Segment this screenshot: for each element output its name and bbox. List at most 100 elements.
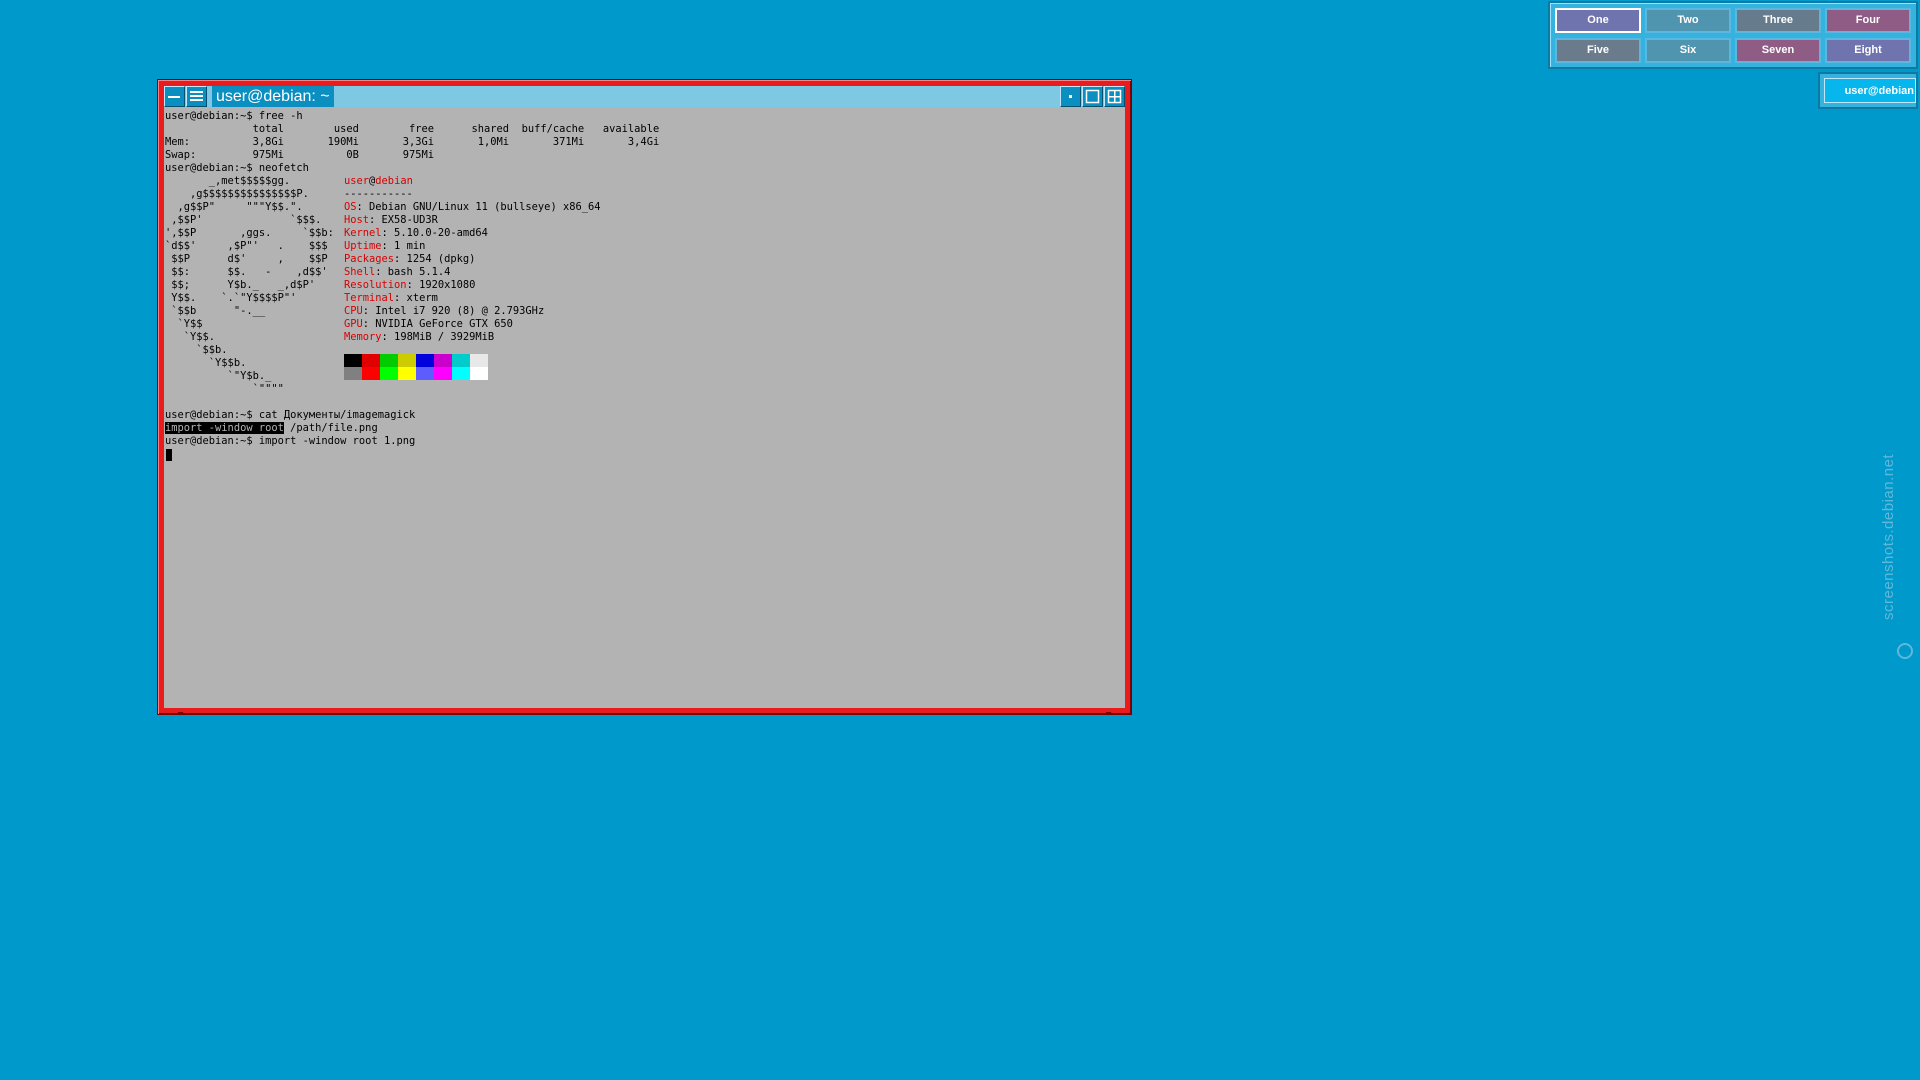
logo-line: ,g$$P" """Y$$.". (165, 201, 303, 213)
info-row-host: Host: EX58-UD3R (344, 214, 438, 227)
info-key: Uptime (344, 240, 382, 252)
color-block (470, 354, 488, 367)
swap-line: Swap: 975Mi 0B 975Mi (165, 149, 434, 161)
logo-line: `"Y$b._ (165, 370, 272, 382)
desktop-seven-button[interactable]: Seven (1735, 38, 1821, 63)
info-row-shell: Shell: bash 5.1.4 (344, 266, 450, 279)
resize-corner-mark[interactable] (178, 712, 183, 714)
info-value: : NVIDIA GeForce GTX 650 (362, 318, 513, 330)
neofetch-host: debian (375, 175, 413, 187)
logo-line: $$P d$' , $$P (165, 253, 328, 265)
maximize-icon (1085, 89, 1100, 104)
color-block (380, 367, 398, 380)
logo-line: ,g$$$$$$$$$$$$$$$P. (165, 188, 309, 200)
info-value: : 198MiB / 3929MiB (381, 331, 495, 343)
color-block (434, 367, 452, 380)
logo-line: `d$$' ,$P"' . $$$ (165, 240, 328, 252)
minimize-icon (168, 96, 180, 98)
window-menu-button[interactable] (186, 86, 207, 107)
info-row-uptime: Uptime: 1 min (344, 240, 425, 253)
desktop-three-button[interactable]: Three (1735, 8, 1821, 33)
neofetch-title: user@debian (344, 175, 413, 188)
logo-line: Y$$. `.`"Y$$$$P"' (165, 292, 297, 304)
info-row-terminal: Terminal: xterm (344, 292, 438, 305)
window-title: user@debian: ~ (212, 86, 334, 107)
watermark-text: screenshots.debian.net (1880, 453, 1897, 620)
logo-line: $$; Y$b._ _,d$P' (165, 279, 316, 291)
info-key: Resolution (344, 279, 407, 291)
xterm-window[interactable]: user@debian: ~ user@debian:~$ free -h to… (157, 79, 1132, 715)
info-key: CPU (344, 305, 363, 317)
color-block (398, 354, 416, 367)
info-key: Shell (344, 266, 376, 278)
color-block (470, 367, 488, 380)
color-block (398, 367, 416, 380)
free-command-line: user@debian:~$ free -h (165, 110, 303, 122)
free-header-line: total used free shared buff/cache availa… (165, 123, 660, 135)
title-bar[interactable]: user@debian: ~ (164, 86, 1125, 107)
info-row-os: OS: Debian GNU/Linux 11 (bullseye) x86_6… (344, 201, 601, 214)
neofetch-separator: ----------- (344, 188, 413, 200)
logo-line: `Y$$b. (165, 357, 247, 369)
watermark-logo-icon (1897, 643, 1913, 659)
info-key: Host (344, 214, 370, 226)
import-command-line: user@debian:~$ import -window root 1.png (165, 435, 416, 447)
desktop-four-button[interactable]: Four (1825, 8, 1911, 33)
desktop-eight-button[interactable]: Eight (1825, 38, 1911, 63)
desktop-pager: One Two Three Four Five Six Seven Eight (1548, 1, 1918, 69)
info-value: : xterm (394, 292, 438, 304)
info-value: : 1254 (dpkg) (394, 253, 476, 265)
logo-line: `Y$$ (165, 318, 203, 330)
info-key: Terminal (344, 292, 395, 304)
color-block (452, 367, 470, 380)
color-block (416, 354, 434, 367)
neofetch-command-line: user@debian:~$ neofetch (165, 162, 309, 174)
resize-corner-mark[interactable] (1106, 712, 1111, 714)
cat-command-line: user@debian:~$ cat Документы/imagemagick (165, 409, 416, 421)
highlighted-selection: import -window root (165, 422, 284, 434)
color-block (344, 367, 362, 380)
icon-manager: user@debian (1818, 72, 1918, 109)
logo-line: _,met$$$$$gg. (165, 175, 291, 187)
logo-line: $$: $$. - ,d$$' (165, 266, 328, 278)
info-value: : Intel i7 920 (8) @ 2.793GHz (362, 305, 545, 317)
shade-button[interactable] (1104, 86, 1125, 107)
logo-line: `Y$$. (165, 331, 216, 343)
mem-line: Mem: 3,8Gi 190Mi 3,3Gi 1,0Mi 371Mi 3,4Gi (165, 136, 660, 148)
info-row-gpu: GPU: NVIDIA GeForce GTX 650 (344, 318, 513, 331)
stick-button[interactable] (1060, 86, 1081, 107)
window-entry-button[interactable]: user@debian (1824, 78, 1916, 103)
shade-icon (1107, 89, 1122, 104)
file-content-rest: /path/file.png (283, 422, 378, 434)
text-cursor (166, 449, 172, 461)
logo-line: `"""" (165, 383, 284, 395)
logo-line: `$$b "-.__ (165, 305, 266, 317)
color-block (416, 367, 434, 380)
maximize-button[interactable] (1082, 86, 1103, 107)
info-value: : EX58-UD3R (369, 214, 438, 226)
logo-line: `$$b. (165, 344, 228, 356)
desktop-two-button[interactable]: Two (1645, 8, 1731, 33)
logo-line: ',$$P ,ggs. `$$b: (165, 227, 334, 239)
info-value: : 1 min (381, 240, 426, 252)
info-key: OS (344, 201, 357, 213)
color-block (434, 354, 452, 367)
desktop-six-button[interactable]: Six (1645, 38, 1731, 63)
info-value: : bash 5.1.4 (375, 266, 451, 278)
info-value: : 5.10.0-20-amd64 (381, 227, 488, 239)
info-value: : 1920x1080 (406, 279, 476, 291)
info-key: Packages (344, 253, 395, 265)
iconify-button[interactable] (164, 86, 185, 107)
terminal-area[interactable]: user@debian:~$ free -h total used free s… (164, 107, 1125, 708)
color-block (380, 354, 398, 367)
info-row-cpu: CPU: Intel i7 920 (8) @ 2.793GHz (344, 305, 544, 318)
info-value: : Debian GNU/Linux 11 (bullseye) x86_64 (356, 201, 601, 213)
file-content-line: import -window root /path/file.png (165, 422, 378, 435)
info-row-packages: Packages: 1254 (dpkg) (344, 253, 475, 266)
desktop-one-button[interactable]: One (1555, 8, 1641, 33)
info-row-kernel: Kernel: 5.10.0-20-amd64 (344, 227, 488, 240)
color-block (452, 354, 470, 367)
info-row-resolution: Resolution: 1920x1080 (344, 279, 475, 292)
desktop: user@debian: ~ user@debian:~$ free -h to… (0, 0, 1920, 1080)
desktop-five-button[interactable]: Five (1555, 38, 1641, 63)
